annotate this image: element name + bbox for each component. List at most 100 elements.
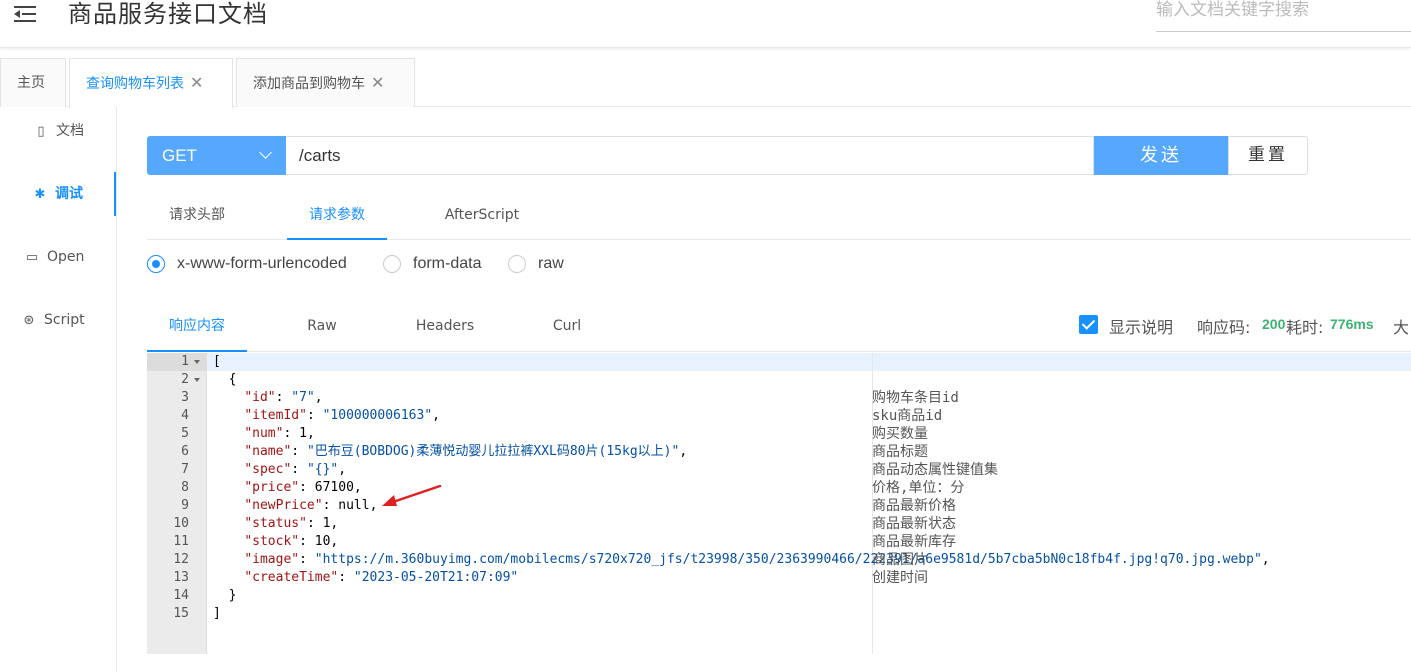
line-number: 12 [173,552,189,567]
code-line: "stock": 10, [244,534,339,549]
bug-icon: ✱ [34,187,46,202]
json-value: null [338,498,370,513]
json-value: "https://m.360buyimg.com/mobilecms/s720x… [314,552,1262,567]
show-desc-checkbox[interactable] [1079,315,1098,334]
request-subtabs: 请求头部 请求参数 AfterScript [147,196,1411,240]
search-input[interactable] [1156,0,1411,32]
code-line: "itemId": "100000006163", [244,408,440,423]
code-line: } [213,588,237,603]
code-line: "image": "https://m.360buyimg.com/mobile… [244,552,1270,567]
field-description: 商品最新库存 [872,534,956,550]
tab-add-to-cart[interactable]: 添加商品到购物车 ✕ [236,58,415,107]
radio-form-data[interactable]: form-data [383,252,493,278]
sidebar-item-docs[interactable]: ▯ 文档 [0,109,116,153]
sidebar-item-debug[interactable]: ✱ 调试 [0,172,116,216]
radio-raw[interactable]: raw [508,252,578,278]
tab-headers[interactable]: Headers [405,308,485,352]
show-desc-label: 显示说明 [1109,318,1174,337]
method-select[interactable]: GET [147,136,286,175]
fold-arrow-icon[interactable] [194,360,200,364]
field-description: 商品动态属性键值集 [872,462,998,478]
json-value: "{}" [306,462,339,477]
line-number: 8 [181,480,189,495]
line-number: 2 [181,372,189,387]
code-line: ] [213,606,221,621]
app-header: 商品服务接口文档 [0,0,1411,48]
tab-request-params[interactable]: 请求参数 [287,196,387,240]
field-description: 购买数量 [872,426,928,442]
field-description: 商品图片 [872,552,928,568]
code-line: "id": "7", [244,390,323,405]
page-title: 商品服务接口文档 [68,0,268,28]
sidebar-item-open[interactable]: ▭ Open [0,235,116,279]
radio-urlencoded[interactable]: x-www-form-urlencoded [147,252,377,278]
tab-request-headers[interactable]: 请求头部 [147,196,247,240]
sidebar: ▯ 文档 ✱ 调试 ▭ Open ⊛ Script [0,107,117,672]
code-line: { [213,372,237,387]
reset-button[interactable]: 重置 [1228,136,1308,175]
json-value: "100000006163" [322,408,433,423]
file-icon: ▭ [25,250,39,265]
code-line: "spec": "{}", [244,462,347,477]
size-label: 大 [1393,318,1410,337]
json-value: "7" [291,390,315,405]
line-number: 1 [181,354,189,369]
code-line: "name": "巴布豆(BOBDOG)柔薄悦动婴儿拉拉裤XXL码80片(15k… [244,444,688,459]
line-number: 10 [173,516,189,531]
status-label: 响应码: [1197,318,1251,337]
sidebar-item-script[interactable]: ⊛ Script [0,298,116,342]
line-number: 3 [181,390,189,405]
line-number: 9 [181,498,189,513]
menu-toggle-icon[interactable] [14,2,40,24]
line-number: 7 [181,462,189,477]
line-number: 11 [173,534,189,549]
time-label: 耗时: [1286,318,1324,337]
sidebar-item-label: 调试 [55,186,83,202]
json-value: "2023-05-20T21:07:09" [353,570,519,585]
sidebar-item-label: 文档 [56,123,84,139]
tab-label: 查询购物车列表 [86,76,184,92]
line-number: 13 [173,570,189,585]
line-number: 15 [173,606,189,621]
code-line: "newPrice": null, [244,498,378,513]
annotation-arrow-icon [382,484,442,506]
sidebar-item-label: Open [47,249,85,265]
response-editor[interactable]: 1 2 3 4 5 6 7 8 9 10 11 12 13 14 15 [ { … [147,353,1411,654]
field-description: 购物车条目id [872,390,959,406]
send-button[interactable]: 发送 [1094,136,1228,175]
tab-afterscript[interactable]: AfterScript [427,196,537,240]
json-value: 67100 [314,480,354,495]
code-line: "status": 1, [244,516,339,531]
code-line: "price": 67100, [244,480,362,495]
radio-dot [508,255,526,273]
status-code: 200 [1262,316,1286,332]
method-value: GET [162,146,197,165]
request-bar: GET 发送 重置 [147,136,1308,176]
field-description: 创建时间 [872,570,928,586]
close-icon[interactable]: ✕ [190,73,203,92]
close-icon[interactable]: ✕ [371,73,384,92]
tab-raw[interactable]: Raw [287,308,357,352]
tab-label: 主页 [17,75,45,91]
active-line [207,353,1411,371]
line-number: 5 [181,426,189,441]
field-description: 商品最新价格 [872,498,956,514]
field-description: sku商品id [872,408,943,424]
tab-response-content[interactable]: 响应内容 [147,308,247,352]
document-icon: ▯ [37,124,45,139]
radio-dot [147,255,165,273]
url-input[interactable] [286,136,1094,175]
tab-query-cart-list[interactable]: 查询购物车列表 ✕ [69,58,233,108]
radio-label: form-data [413,255,482,272]
tab-curl[interactable]: Curl [542,308,592,352]
json-value: 1 [322,516,331,531]
tab-home[interactable]: 主页 [0,58,66,107]
radio-label: x-www-form-urlencoded [177,255,347,272]
json-value: "巴布豆(BOBDOG)柔薄悦动婴儿拉拉裤XXL码80片(15kg以上)" [306,444,680,459]
sidebar-item-label: Script [44,312,85,328]
code-line: "createTime": "2023-05-20T21:07:09" [244,570,519,585]
json-value: 1 [299,426,307,441]
tab-label: 添加商品到购物车 [253,76,365,92]
radio-dot [383,255,401,273]
fold-arrow-icon[interactable] [194,378,200,382]
